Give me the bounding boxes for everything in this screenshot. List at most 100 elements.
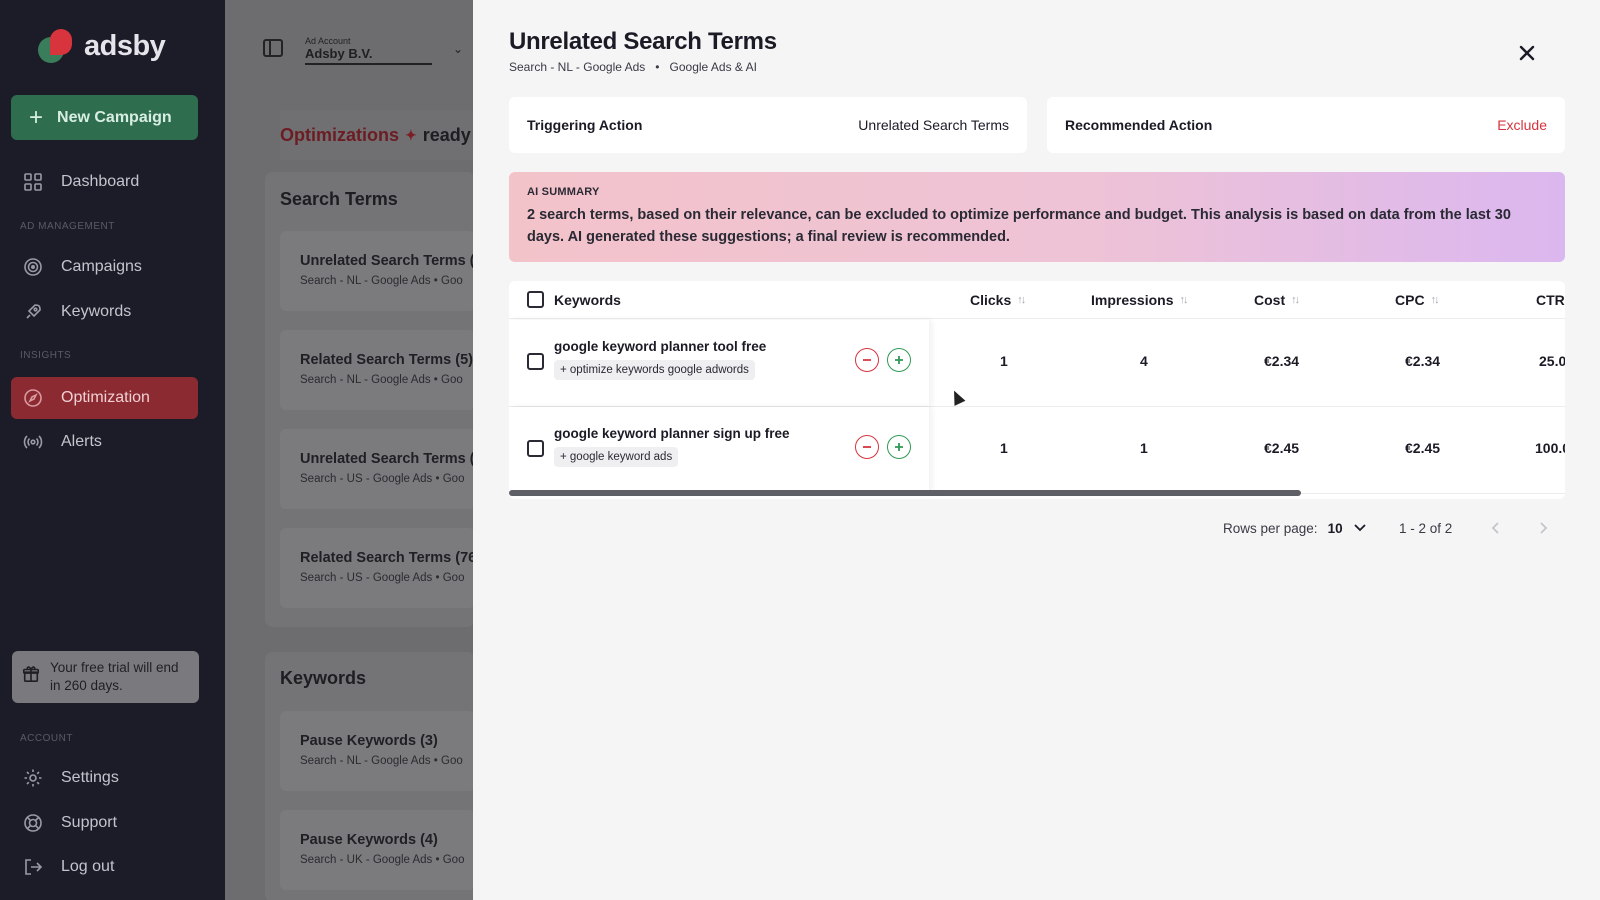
recommended-action-label: Recommended Action [1065, 117, 1213, 133]
ai-summary: AI SUMMARY 2 search terms, based on thei… [509, 172, 1565, 262]
cell-cost: €2.34 [1264, 353, 1300, 369]
optimization-card[interactable]: Related Search Terms (76) Search - US - … [280, 528, 475, 608]
keyword-text: google keyword planner sign up free [554, 426, 790, 441]
cell-impressions: 1 [1140, 440, 1148, 456]
card-subtitle: Search - US - Google Ads • Goo [300, 473, 465, 485]
ai-summary-text: 2 search terms, based on their relevance… [527, 207, 1511, 246]
sidebar-item-label: Keywords [61, 303, 132, 320]
plus-icon [895, 443, 903, 451]
next-page-button[interactable] [1539, 521, 1549, 535]
section-label-account: ACCOUNT [20, 733, 73, 744]
gear-icon [23, 768, 43, 788]
target-icon [23, 257, 43, 277]
minus-icon [863, 446, 871, 448]
modal-subtitle: Search - NL - Google Ads • Google Ads & … [509, 60, 757, 74]
triggering-action-label: Triggering Action [527, 117, 643, 133]
row-keyword-cell: google keyword planner tool free + optim… [509, 320, 929, 406]
keyword-text: google keyword planner tool free [554, 339, 767, 354]
optimizations-title: Optimizations [280, 124, 400, 145]
column-cost[interactable]: Cost ↑↓ [1254, 292, 1300, 308]
sidebar-item-label: Alerts [61, 433, 102, 450]
card-title: Pause Keywords (3) [300, 733, 438, 749]
sidebar-item-settings[interactable]: Settings [11, 757, 198, 799]
sidebar-item-label: Support [61, 814, 118, 831]
row-checkbox[interactable] [527, 353, 544, 370]
cell-impressions: 4 [1140, 353, 1148, 369]
cell-clicks: 1 [1000, 353, 1008, 369]
select-all-checkbox[interactable] [527, 291, 544, 308]
subtitle-source: Google Ads & AI [669, 60, 757, 74]
cell-cost: €2.45 [1264, 440, 1300, 456]
rows-per-page-value: 10 [1327, 521, 1343, 536]
compass-icon [23, 388, 43, 408]
sidebar-item-optimization[interactable]: Optimization [11, 377, 198, 419]
sort-icon: ↑↓ [1430, 294, 1440, 306]
column-cpc[interactable]: CPC ↑↓ [1395, 292, 1440, 308]
sidebar-item-campaigns[interactable]: Campaigns [11, 246, 198, 288]
column-impressions[interactable]: Impressions ↑↓ [1091, 292, 1188, 308]
ready-text: ready f [422, 124, 475, 145]
sidebar-item-label: Dashboard [61, 173, 140, 190]
row-checkbox[interactable] [527, 440, 544, 457]
table-row: 1 4 €2.34 €2.34 25.0 google keyword plan… [509, 320, 1565, 407]
dashboard-grid-icon [23, 172, 43, 192]
optimization-card[interactable]: Pause Keywords (3) Search - NL - Google … [280, 711, 475, 791]
sidebar-item-dashboard[interactable]: Dashboard [11, 161, 198, 203]
optimization-card[interactable]: Related Search Terms (5) Search - NL - G… [280, 330, 475, 410]
exclude-button[interactable] [855, 435, 879, 459]
column-label: Keywords [554, 292, 621, 308]
keywords-table: Keywords Clicks ↑↓ Impressions ↑↓ Cost ↑↓ C… [509, 281, 1565, 499]
column-clicks[interactable]: Clicks ↑↓ [970, 292, 1026, 308]
triggering-action-card: Triggering Action Unrelated Search Terms [509, 97, 1027, 153]
sidebar-item-label: Log out [61, 858, 115, 875]
cell-ctr: 25.0 [1539, 353, 1565, 369]
logo[interactable]: adsby [38, 27, 166, 65]
cell-ctr: 100.0 [1535, 440, 1565, 456]
recommended-action-value: Exclude [1497, 117, 1547, 133]
chevron-down-icon [1353, 521, 1367, 536]
sidebar-item-label: Settings [61, 769, 119, 786]
logout-icon [23, 857, 43, 877]
row-keyword-cell: google keyword planner sign up free + go… [509, 407, 929, 493]
pagination-range: 1 - 2 of 2 [1399, 521, 1453, 536]
triggering-action-value: Unrelated Search Terms [858, 117, 1009, 133]
optimization-card[interactable]: Pause Keywords (4) Search - UK - Google … [280, 810, 475, 890]
sidebar-item-logout[interactable]: Log out [11, 846, 198, 888]
close-button[interactable] [1512, 38, 1542, 68]
column-keywords: Keywords [554, 292, 621, 308]
rows-per-page[interactable]: Rows per page: 10 [1223, 521, 1367, 536]
trial-text: Your free trial will end in 260 days. [50, 659, 179, 693]
ad-account-select[interactable]: Adsby B.V. [305, 46, 432, 65]
add-button[interactable] [887, 435, 911, 459]
sidebar-item-label: Optimization [61, 389, 150, 406]
new-campaign-button[interactable]: + New Campaign [11, 95, 198, 140]
horizontal-scrollbar[interactable] [509, 490, 1301, 496]
section-label-insights: INSIGHTS [20, 350, 72, 361]
logo-mark-icon [38, 27, 76, 65]
card-subtitle: Search - US - Google Ads • Goo [300, 572, 465, 584]
gift-icon [22, 665, 40, 688]
card-title: Related Search Terms (5) [300, 352, 473, 368]
sidebar-item-keywords[interactable]: Keywords [11, 291, 198, 333]
column-label: Clicks [970, 292, 1012, 308]
previous-page-button[interactable] [1490, 521, 1500, 535]
modal-title: Unrelated Search Terms [509, 28, 777, 55]
ai-summary-label: AI SUMMARY [527, 186, 600, 198]
optimization-card[interactable]: Unrelated Search Terms (5 Search - US - … [280, 429, 475, 509]
chevron-right-icon [1540, 522, 1548, 534]
subtitle-separator: • [648, 60, 667, 74]
exclude-button[interactable] [855, 348, 879, 372]
table-header: Keywords Clicks ↑↓ Impressions ↑↓ Cost ↑↓ C… [509, 281, 1565, 319]
rocket-icon [23, 302, 43, 322]
sidebar-item-label: Campaigns [61, 258, 142, 275]
add-button[interactable] [887, 348, 911, 372]
sidebar-toggle-icon[interactable] [263, 39, 283, 57]
trial-notice: Your free trial will end in 260 days. [12, 651, 199, 703]
sidebar-item-support[interactable]: Support [11, 802, 198, 844]
related-keyword-tag: + google keyword ads [554, 447, 679, 467]
column-ctr[interactable]: CTR [1536, 292, 1565, 308]
sidebar-item-alerts[interactable]: Alerts [11, 421, 198, 463]
card-subtitle: Search - NL - Google Ads • Goo [300, 374, 463, 386]
optimization-card[interactable]: Unrelated Search Terms (2 Search - NL - … [280, 231, 475, 311]
table-row: 1 1 €2.45 €2.45 100.0 google keyword pla… [509, 407, 1565, 494]
